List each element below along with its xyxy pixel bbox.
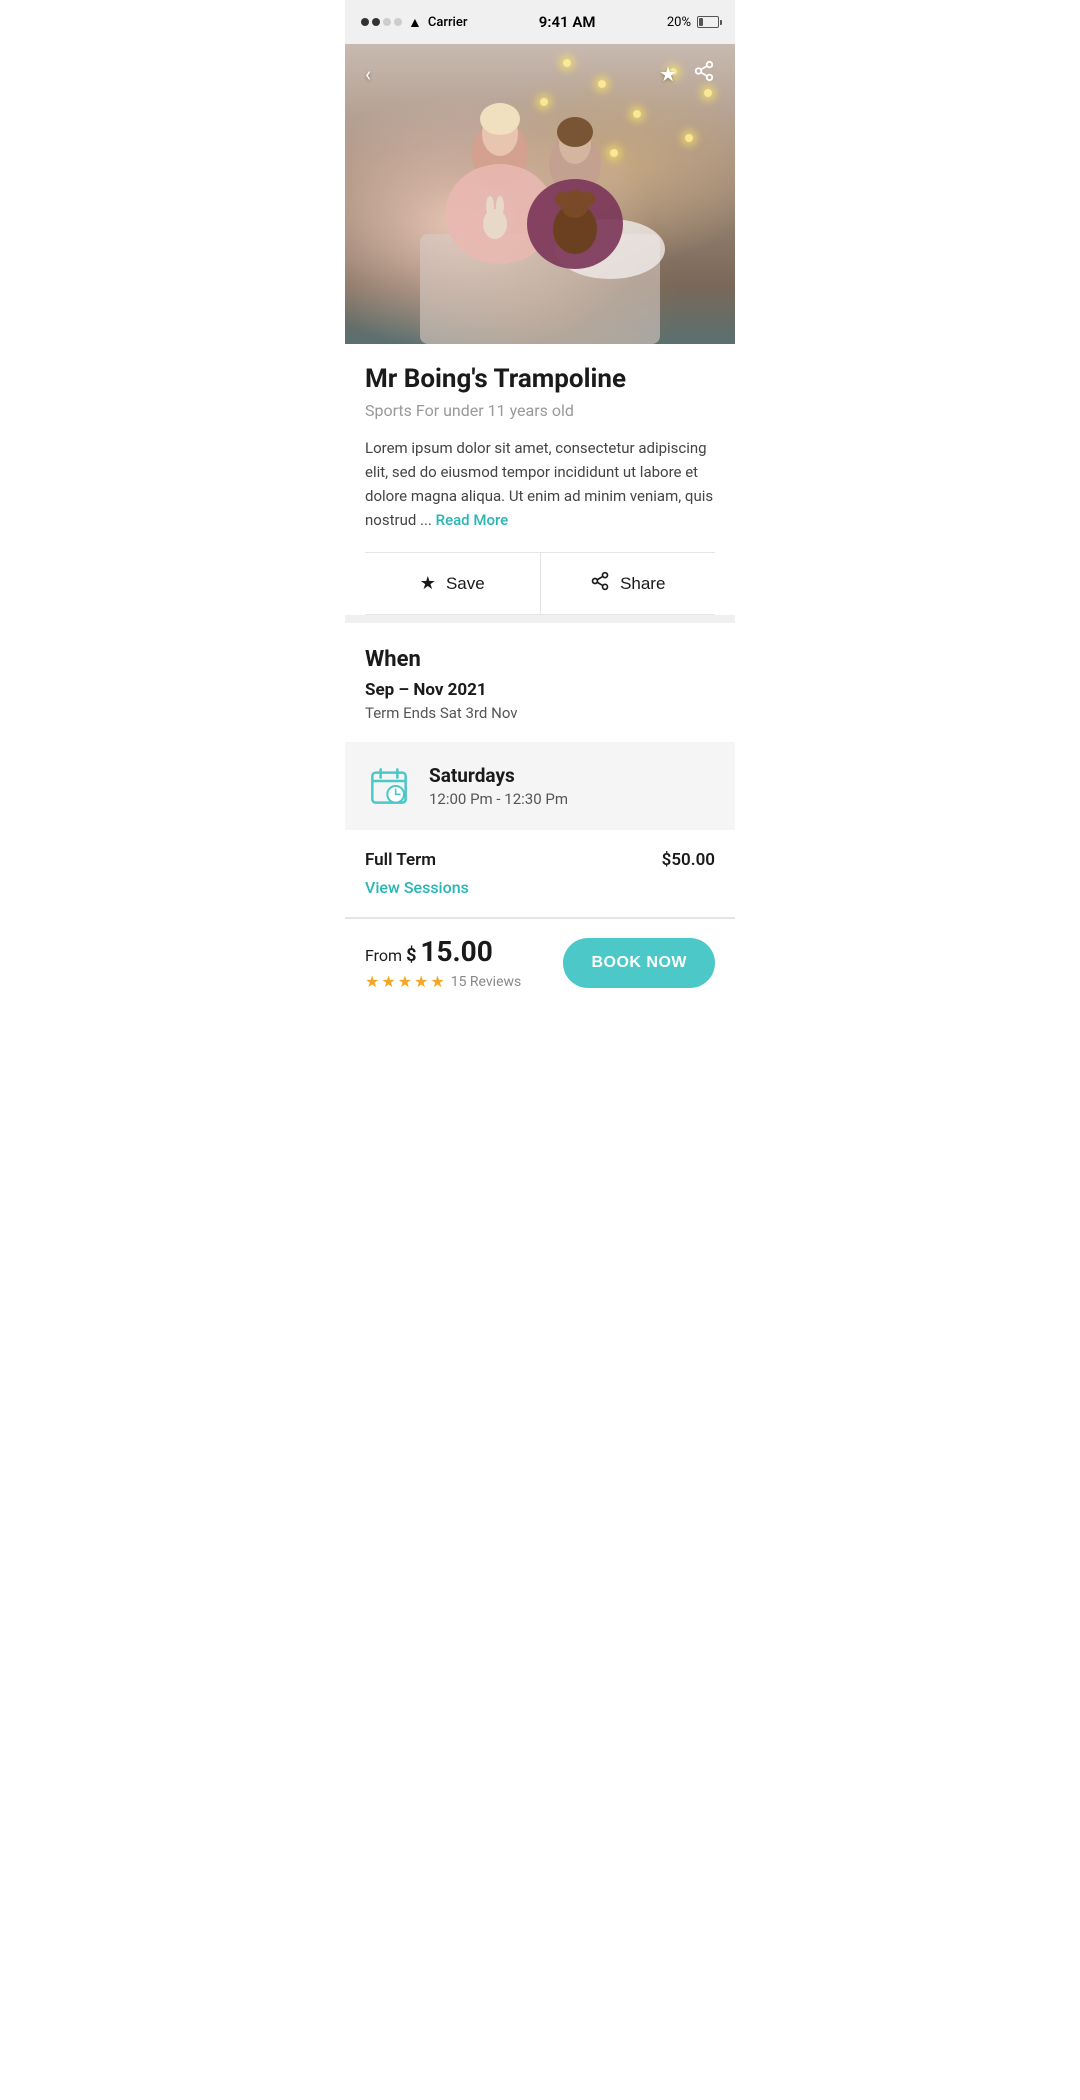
- star-2: ★: [381, 972, 395, 991]
- price-value: 15.00: [420, 935, 492, 968]
- price-from-section: From $ 15.00 ★ ★ ★ ★ ★ 15 Reviews: [365, 935, 521, 991]
- status-left: ▲ Carrier: [361, 14, 467, 31]
- action-bar: ★ Save Share: [365, 552, 715, 615]
- status-time: 9:41 AM: [539, 13, 596, 31]
- battery-percent: 20%: [667, 15, 691, 30]
- save-star-icon: ★: [420, 573, 436, 594]
- schedule-icon-wrap: [365, 762, 413, 810]
- share-action-icon: [590, 571, 610, 596]
- nav-overlay: ‹ ★: [345, 44, 735, 103]
- price-label-row: From $ 15.00: [365, 935, 521, 968]
- signal-dot-1: [361, 18, 369, 26]
- star-4: ★: [414, 972, 428, 991]
- schedule-info: Saturdays 12:00 Pm - 12:30 Pm: [429, 764, 568, 808]
- hero-image: ‹ ★: [345, 44, 735, 344]
- share-icon[interactable]: [693, 60, 715, 87]
- share-label: Share: [620, 574, 665, 594]
- battery-icon: [697, 16, 719, 28]
- star-1: ★: [365, 972, 379, 991]
- when-title: When: [365, 647, 715, 672]
- pricing-row: Full Term $50.00: [365, 850, 715, 870]
- wifi-icon: ▲: [408, 14, 422, 31]
- schedule-card: Saturdays 12:00 Pm - 12:30 Pm: [345, 742, 735, 830]
- status-right: 20%: [667, 15, 719, 30]
- read-more-button[interactable]: Read More: [436, 511, 509, 529]
- star-5: ★: [430, 972, 444, 991]
- stars-row: ★ ★ ★ ★ ★ 15 Reviews: [365, 972, 521, 991]
- venue-title: Mr Boing's Trampoline: [365, 364, 715, 395]
- pricing-section: Full Term $50.00 View Sessions: [345, 830, 735, 917]
- book-now-button[interactable]: BOOK NOW: [563, 938, 715, 988]
- signal-dot-2: [372, 18, 380, 26]
- section-divider: [345, 615, 735, 623]
- reviews-count: 15 Reviews: [451, 974, 522, 990]
- calendar-clock-icon: [369, 766, 409, 806]
- carrier-label: Carrier: [428, 15, 468, 30]
- favorite-icon[interactable]: ★: [659, 62, 677, 86]
- view-sessions-button[interactable]: View Sessions: [365, 878, 469, 897]
- nav-back[interactable]: ‹: [365, 62, 371, 86]
- main-content: Mr Boing's Trampoline Sports For under 1…: [345, 344, 735, 615]
- date-range: Sep – Nov 2021: [365, 680, 715, 700]
- bottom-bar: From $ 15.00 ★ ★ ★ ★ ★ 15 Reviews BOOK N…: [345, 918, 735, 1007]
- venue-description: Lorem ipsum dolor sit amet, consectetur …: [365, 436, 715, 532]
- star-3: ★: [398, 972, 412, 991]
- from-text: From: [365, 946, 402, 965]
- share-button[interactable]: Share: [541, 553, 716, 614]
- status-bar: ▲ Carrier 9:41 AM 20%: [345, 0, 735, 44]
- pricing-label: Full Term: [365, 850, 436, 870]
- pricing-amount: $50.00: [662, 850, 715, 870]
- schedule-day: Saturdays: [429, 764, 568, 787]
- signal-dots: [361, 18, 402, 26]
- signal-dot-3: [383, 18, 391, 26]
- star-rating: ★ ★ ★ ★ ★: [365, 972, 445, 991]
- save-label: Save: [446, 574, 485, 594]
- venue-subtitle: Sports For under 11 years old: [365, 401, 715, 420]
- schedule-time: 12:00 Pm - 12:30 Pm: [429, 790, 568, 808]
- description-text: Lorem ipsum dolor sit amet, consectetur …: [365, 439, 713, 529]
- nav-actions: ★: [659, 60, 715, 87]
- save-button[interactable]: ★ Save: [365, 553, 541, 614]
- back-icon[interactable]: ‹: [365, 62, 371, 86]
- signal-dot-4: [394, 18, 402, 26]
- term-ends: Term Ends Sat 3rd Nov: [365, 704, 715, 722]
- when-section: When Sep – Nov 2021 Term Ends Sat 3rd No…: [345, 623, 735, 742]
- price-dollar-sign: $: [406, 945, 416, 966]
